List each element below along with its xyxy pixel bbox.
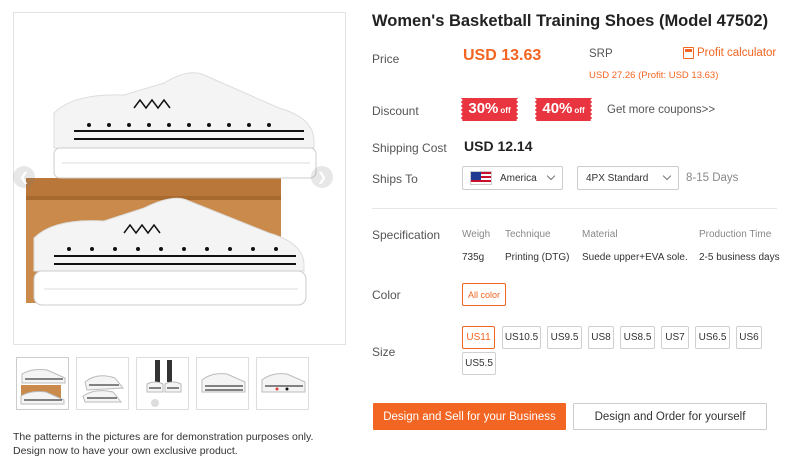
size-option[interactable]: US6 — [736, 326, 762, 349]
shipping-method-select[interactable]: 4PX Standard — [577, 166, 679, 190]
coupon-off: off — [574, 106, 585, 115]
get-more-coupons-link[interactable]: Get more coupons>> — [607, 104, 715, 116]
thumbnail-sneaker-pair-angle[interactable] — [76, 357, 129, 410]
size-option[interactable]: US7 — [661, 326, 689, 349]
shipping-cost-label: Shipping Cost — [372, 141, 447, 155]
price-value: USD 13.63 — [463, 47, 542, 64]
size-option[interactable]: US8.5 — [620, 326, 655, 349]
sneaker-illustration — [26, 72, 317, 306]
specification-label: Specification — [372, 228, 441, 242]
country-value: America — [500, 172, 537, 184]
thumbnail-sneakers-worn[interactable] — [136, 357, 189, 410]
spec-header-weigh: Weigh — [462, 229, 491, 240]
coupon-pct: 30% — [468, 100, 499, 117]
color-label: Color — [372, 288, 401, 302]
coupon-30-off[interactable]: 30% off — [461, 98, 518, 121]
country-select[interactable]: America — [462, 166, 563, 190]
spec-value-production-time: 2-5 business days — [699, 252, 780, 263]
shipping-cost-value: USD 12.14 — [464, 138, 533, 154]
size-option[interactable]: US8 — [588, 326, 614, 349]
srp-label: SRP — [589, 48, 613, 60]
spec-value-material: Suede upper+EVA sole. — [582, 252, 688, 263]
chevron-down-icon — [662, 171, 672, 181]
coupon-pct: 40% — [542, 100, 573, 117]
ships-to-label: Ships To — [372, 172, 418, 186]
size-option[interactable]: US9.5 — [547, 326, 582, 349]
spec-header-material: Material — [582, 229, 618, 240]
discount-label: Discount — [372, 104, 419, 118]
spec-value-weigh: 735g — [462, 252, 485, 263]
thumbnail-sneakers-on-shoebox[interactable] — [16, 357, 69, 410]
thumbnail-sneaker-side-alt[interactable] — [256, 357, 309, 410]
spec-header-technique: Technique — [505, 229, 551, 240]
demo-pattern-note: The patterns in the pictures are for dem… — [13, 430, 353, 458]
delivery-days: 8-15 Days — [686, 172, 739, 184]
chevron-down-icon — [546, 171, 556, 181]
profit-calculator-label: Profit calculator — [697, 47, 777, 59]
chevron-right-icon[interactable]: ❯ — [311, 166, 333, 188]
divider — [372, 208, 777, 209]
chevron-left-icon[interactable]: ❮ — [13, 166, 35, 188]
note-line-2: Design now to have your own exclusive pr… — [13, 445, 238, 457]
us-flag-icon — [470, 171, 492, 185]
coupon-off: off — [500, 106, 511, 115]
profit-calculator-link[interactable]: Profit calculator — [683, 47, 776, 59]
size-label: Size — [372, 345, 396, 359]
shipping-method-value: 4PX Standard — [586, 172, 649, 184]
note-line-1: The patterns in the pictures are for dem… — [13, 431, 314, 443]
size-option[interactable]: US6.5 — [695, 326, 730, 349]
size-option[interactable]: US5.5 — [462, 352, 496, 375]
design-and-order-button[interactable]: Design and Order for yourself — [573, 403, 767, 430]
spec-value-technique: Printing (DTG) — [505, 252, 570, 263]
size-option[interactable]: US10.5 — [502, 326, 541, 349]
calculator-icon — [683, 47, 694, 59]
design-and-sell-button[interactable]: Design and Sell for your Business — [373, 403, 566, 430]
thumbnail-sneaker-side[interactable] — [196, 357, 249, 410]
spec-header-production-time: Production Time — [699, 229, 772, 240]
coupon-40-off[interactable]: 40% off — [535, 98, 592, 121]
price-label: Price — [372, 52, 400, 66]
main-product-image — [13, 12, 346, 345]
size-option[interactable]: US11 — [462, 326, 495, 349]
srp-detail: USD 27.26 (Profit: USD 13.63) — [589, 70, 719, 81]
color-option-all[interactable]: All color — [462, 283, 506, 306]
thumbnail-strip — [16, 357, 309, 410]
product-title: Women's Basketball Training Shoes (Model… — [372, 12, 769, 30]
